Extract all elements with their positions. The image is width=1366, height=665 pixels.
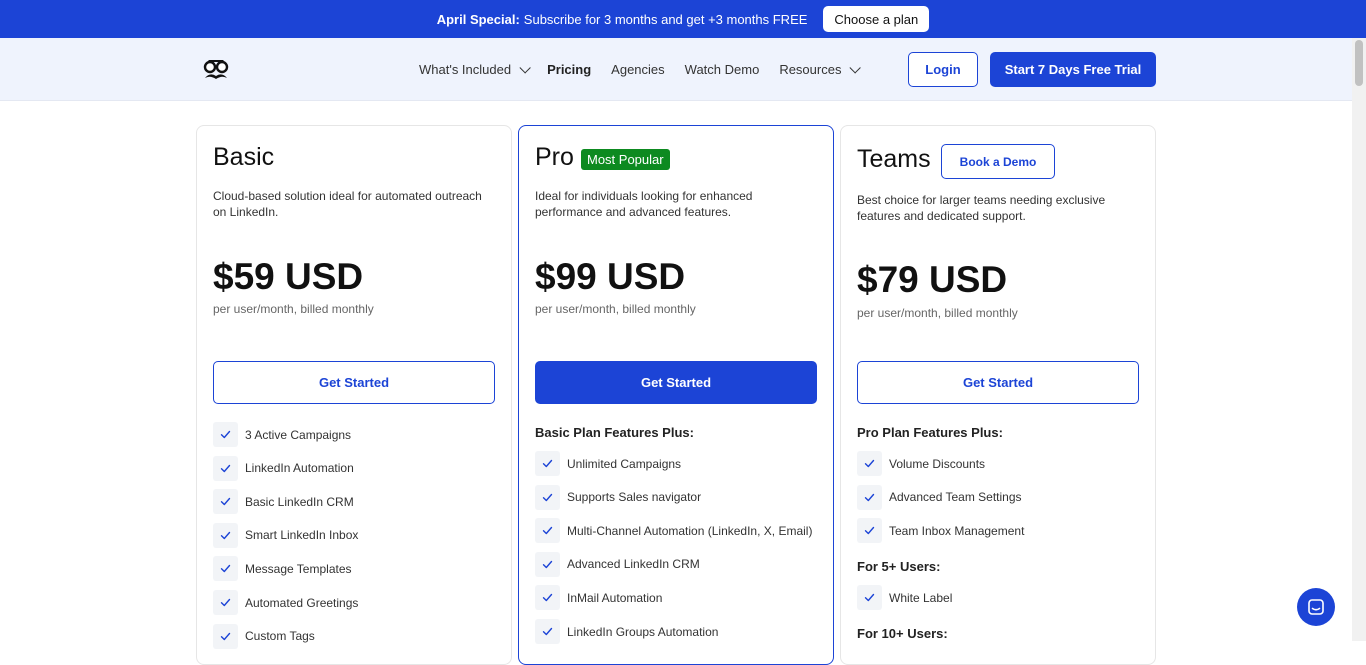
get-started-button[interactable]: Get Started: [213, 361, 495, 404]
check-icon: [213, 489, 238, 515]
nav-watch-demo-label: Watch Demo: [684, 62, 760, 77]
feature-label: Advanced Team Settings: [889, 490, 1022, 505]
nav-pricing-label: Pricing: [547, 62, 592, 77]
logo-glasses-icon[interactable]: [202, 58, 230, 82]
check-icon: [213, 590, 238, 615]
plan-title: Basic: [213, 143, 275, 171]
check-icon: [535, 585, 560, 611]
feature-label: Multi-Channel Automation (LinkedIn, X, E…: [567, 523, 813, 538]
feature-label: White Label: [889, 590, 953, 605]
chevron-down-icon: [849, 61, 862, 74]
plan-title: Pro: [535, 143, 574, 171]
feature-label: Team Inbox Management: [889, 523, 1025, 538]
check-icon: [213, 522, 238, 548]
plan-billing: per user/month, billed monthly: [857, 306, 1018, 320]
features-subhead-5-users: For 5+ Users:: [857, 559, 941, 574]
nav-resources[interactable]: Resources: [779, 61, 862, 77]
check-icon: [213, 623, 238, 649]
plan-description: Cloud-based solution ideal for automated…: [213, 189, 482, 219]
feature-item: Multi-Channel Automation (LinkedIn, X, E…: [535, 518, 813, 544]
feature-label: Message Templates: [245, 561, 352, 576]
chat-icon: [1308, 599, 1324, 615]
feature-label: Automated Greetings: [245, 595, 359, 610]
promo-bold-label: April Special:: [436, 11, 520, 27]
feature-item: Advanced LinkedIn CRM: [535, 551, 700, 577]
nav-pricing[interactable]: Pricing: [547, 62, 591, 77]
feature-label: Advanced LinkedIn CRM: [567, 557, 700, 572]
check-icon: [535, 551, 560, 577]
feature-label: InMail Automation: [567, 590, 663, 605]
check-icon: [213, 422, 238, 447]
check-icon: [857, 451, 882, 476]
nav-whats-included[interactable]: What's Included: [419, 61, 531, 77]
nav-agencies[interactable]: Agencies: [611, 62, 664, 77]
plan-card-teams: Teams Book a Demo Best choice for larger…: [840, 125, 1156, 665]
feature-item: 3 Active Campaigns: [213, 422, 351, 447]
feature-item: Volume Discounts: [857, 451, 985, 476]
free-trial-button[interactable]: Start 7 Days Free Trial: [990, 52, 1156, 87]
feature-label: Supports Sales navigator: [567, 490, 702, 505]
feature-item: LinkedIn Automation: [213, 455, 354, 481]
feature-label: LinkedIn Groups Automation: [567, 624, 719, 639]
feature-item: Smart LinkedIn Inbox: [213, 522, 359, 548]
check-icon: [213, 455, 238, 481]
feature-item: Custom Tags: [213, 623, 315, 649]
choose-plan-button[interactable]: Choose a plan: [823, 6, 930, 32]
plan-price: $99 USD: [535, 256, 686, 297]
plan-price: $79 USD: [857, 259, 1008, 300]
plan-card-basic: Basic Cloud-based solution ideal for aut…: [196, 125, 512, 665]
check-icon: [535, 484, 560, 510]
feature-label: Basic LinkedIn CRM: [245, 494, 354, 509]
plan-description: Ideal for individuals looking for enhanc…: [535, 189, 753, 219]
promo-text: Subscribe for 3 months and get +3 months…: [523, 11, 808, 27]
top-nav: What's Included Pricing Agencies Watch D…: [0, 38, 1352, 101]
feature-item: Team Inbox Management: [857, 518, 1025, 544]
plan-billing: per user/month, billed monthly: [213, 302, 374, 316]
scrollbar-thumb[interactable]: [1355, 40, 1363, 86]
feature-item: Advanced Team Settings: [857, 484, 1022, 510]
nav-resources-label: Resources: [779, 62, 842, 77]
most-popular-badge: Most Popular: [581, 149, 670, 170]
plan-description: Best choice for larger teams needing exc…: [857, 193, 1106, 223]
plan-title: Teams: [857, 145, 931, 173]
main-menu: What's Included Pricing Agencies Watch D…: [419, 38, 877, 101]
feature-item: Unlimited Campaigns: [535, 451, 681, 476]
check-icon: [535, 451, 560, 476]
feature-label: Unlimited Campaigns: [567, 456, 682, 471]
check-icon: [535, 518, 560, 544]
feature-item: LinkedIn Groups Automation: [535, 619, 718, 644]
plan-card-pro: Pro Most Popular Ideal for individuals l…: [518, 125, 834, 665]
plan-billing: per user/month, billed monthly: [535, 302, 696, 316]
feature-item: White Label: [857, 585, 952, 610]
plan-price: $59 USD: [213, 256, 364, 297]
check-icon: [213, 556, 238, 582]
features-subhead: Pro Plan Features Plus:: [857, 425, 1003, 440]
features-subhead-10-users: For 10+ Users:: [857, 626, 948, 641]
check-icon: [857, 484, 882, 510]
feature-item: Supports Sales navigator: [535, 484, 702, 510]
feature-label: Volume Discounts: [889, 456, 986, 471]
feature-item: InMail Automation: [535, 585, 663, 611]
feature-item: Basic LinkedIn CRM: [213, 489, 354, 515]
promo-banner: April Special: Subscribe for 3 months an…: [0, 0, 1366, 38]
feature-label: 3 Active Campaigns: [245, 427, 352, 442]
check-icon: [535, 619, 560, 644]
nav-whats-included-label: What's Included: [419, 62, 512, 77]
book-demo-button[interactable]: Book a Demo: [941, 144, 1055, 179]
features-subhead: Basic Plan Features Plus:: [535, 425, 694, 440]
feature-item: Automated Greetings: [213, 590, 358, 615]
nav-agencies-label: Agencies: [611, 62, 665, 77]
login-button[interactable]: Login: [908, 52, 978, 87]
nav-watch-demo[interactable]: Watch Demo: [685, 62, 760, 77]
check-icon: [857, 585, 882, 610]
feature-label: LinkedIn Automation: [245, 461, 354, 476]
feature-label: Smart LinkedIn Inbox: [245, 528, 359, 543]
chevron-down-icon: [519, 61, 531, 74]
chat-launcher-button[interactable]: [1297, 588, 1335, 626]
get-started-button[interactable]: Get Started: [535, 361, 817, 404]
check-icon: [857, 518, 882, 544]
get-started-button[interactable]: Get Started: [857, 361, 1139, 404]
feature-item: Message Templates: [213, 556, 352, 582]
page-scrollbar[interactable]: [1352, 38, 1366, 641]
